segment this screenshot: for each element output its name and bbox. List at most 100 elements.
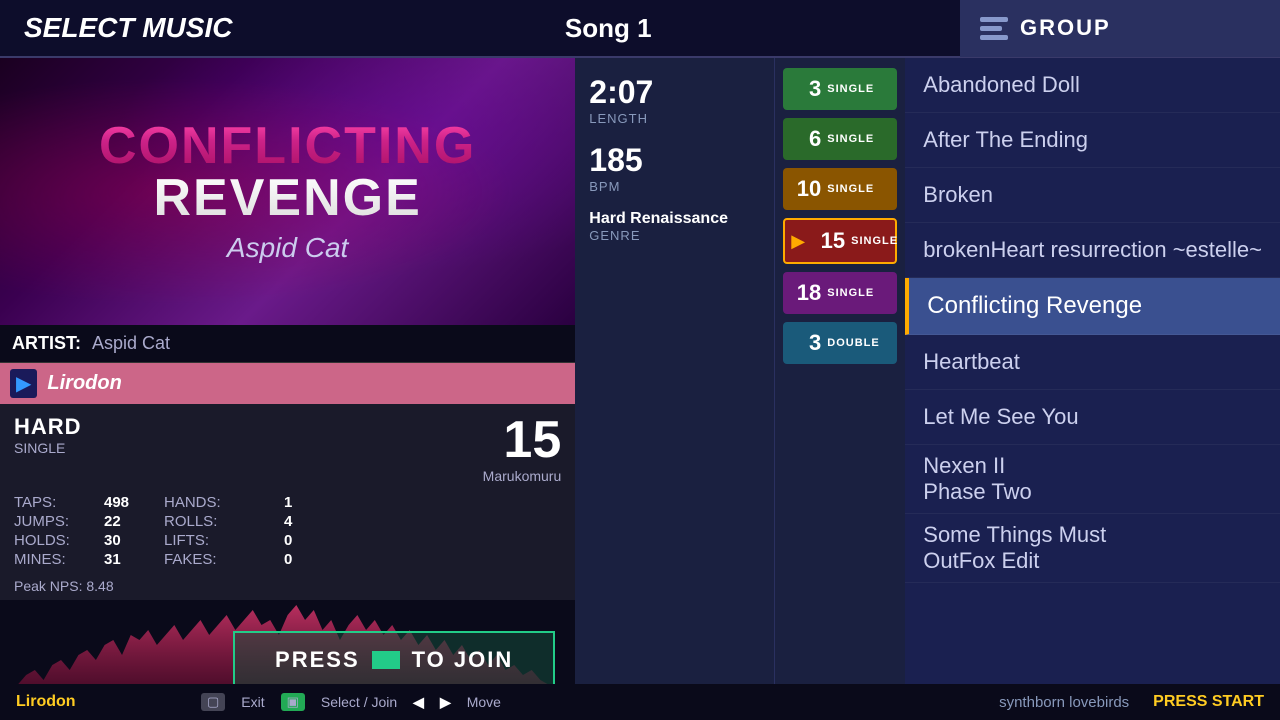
song-title[interactable]: Conflicting Revenge	[905, 278, 1280, 335]
artist-row: ARTIST: Aspid Cat	[0, 325, 575, 363]
banner-title-line2: REVENGE	[99, 172, 476, 224]
song-title[interactable]: Let Me See You	[905, 390, 1280, 445]
rolls-value: 4	[284, 513, 344, 530]
song-number: Song 1	[256, 13, 960, 44]
song-list-item[interactable]: Some Things MustOutFox Edit	[905, 514, 1280, 583]
bottom-player-name: Lirodon	[16, 693, 76, 711]
main-content: CONFLICTING REVENGE Aspid Cat ARTIST: As…	[0, 58, 1280, 720]
player-arrow-icon: ▶	[10, 369, 37, 398]
exit-key-icon: ▢	[201, 693, 225, 711]
diff-btn-mode: SINGLE	[851, 235, 898, 247]
stats-grid: TAPS: 498 HANDS: 1 JUMPS: 22 ROLLS: 4 HO…	[0, 488, 575, 576]
banner-title-line1: CONFLICTING	[99, 120, 476, 172]
right-section: 2:07 LENGTH 185 BPM Hard Renaissance GEN…	[575, 58, 1280, 720]
song-banner: CONFLICTING REVENGE Aspid Cat	[0, 58, 575, 325]
right-arrow-icon: ▶	[440, 694, 451, 711]
bpm-value: 185	[589, 142, 760, 179]
left-arrow-icon: ◀	[413, 694, 424, 711]
press-start-label: PRESS START	[1153, 693, 1264, 711]
diff-btn-number: 6	[789, 126, 821, 152]
song-title[interactable]: Heartbeat	[905, 335, 1280, 390]
hands-label: HANDS:	[164, 494, 284, 511]
diff-btn-mode: SINGLE	[827, 183, 874, 195]
taps-value: 498	[104, 494, 164, 511]
banner-title: CONFLICTING REVENGE	[99, 120, 476, 224]
genre-section: Hard Renaissance GENRE	[589, 202, 760, 243]
mines-label: MINES:	[14, 551, 104, 568]
join-green-block	[372, 651, 400, 669]
active-diff-arrow-icon: ▶	[791, 231, 805, 252]
difficulty-number: 15	[503, 414, 561, 466]
diff-btn-15-single[interactable]: ▶ 15 SINGLE	[783, 218, 897, 264]
fakes-label: FAKES:	[164, 551, 284, 568]
banner-artist: Aspid Cat	[227, 232, 348, 264]
bottom-bar: Lirodon ▢ Exit ▣ Select / Join ◀ ▶ Move …	[0, 684, 1280, 720]
song-list[interactable]: Abandoned DollAfter The EndingBrokenbrok…	[905, 58, 1280, 720]
diff-btn-number: 18	[789, 280, 821, 306]
player-name: Lirodon	[47, 372, 121, 395]
jumps-value: 22	[104, 513, 164, 530]
mines-value: 31	[104, 551, 164, 568]
length-section: 2:07 LENGTH	[589, 74, 760, 126]
length-value: 2:07	[589, 74, 760, 111]
diff-btn-3-single[interactable]: 3SINGLE	[783, 68, 897, 110]
fakes-value: 0	[284, 551, 344, 568]
press-join-text-after: TO JOIN	[412, 647, 514, 673]
diff-btn-18-single[interactable]: 18 SINGLE	[783, 272, 897, 314]
holds-label: HOLDS:	[14, 532, 104, 549]
diff-btn-number: 3	[789, 76, 821, 102]
group-icon	[980, 17, 1008, 40]
artist-name: Aspid Cat	[92, 333, 170, 353]
diff-btn-number: 10	[789, 176, 821, 202]
rolls-label: ROLLS:	[164, 513, 284, 530]
bpm-label: BPM	[589, 179, 760, 194]
diff-btn-number: 3	[789, 330, 821, 356]
hands-value: 1	[284, 494, 344, 511]
peak-nps: Peak NPS: 8.48	[0, 576, 575, 600]
bottom-song-name: synthborn lovebirds	[626, 694, 1129, 711]
left-panel: CONFLICTING REVENGE Aspid Cat ARTIST: As…	[0, 58, 575, 720]
artist-label: ARTIST:	[12, 333, 81, 353]
press-join-area: PRESS TO JOIN	[233, 631, 555, 689]
difficulty-info: HARD SINGLE 15 Marukomuru	[0, 404, 575, 488]
diff-btn-mode: SINGLE	[827, 287, 874, 299]
group-area[interactable]: GROUP	[960, 0, 1280, 57]
song-title[interactable]: Broken	[905, 168, 1280, 223]
select-label: Select / Join	[321, 694, 397, 710]
press-join-button[interactable]: PRESS TO JOIN	[233, 631, 555, 689]
length-label: LENGTH	[589, 111, 760, 126]
song-title[interactable]: After The Ending	[905, 113, 1280, 168]
difficulty-name-area: HARD SINGLE	[14, 414, 82, 456]
song-list-item[interactable]: Nexen IIPhase Two	[905, 445, 1280, 514]
difficulty-selector: 3SINGLE 6SINGLE 10 SINGLE ▶ 15 SINGLE 18 SINGLE 3…	[775, 58, 905, 720]
page-title: SELECT MUSIC	[0, 12, 256, 44]
song-title: Nexen II	[923, 453, 1262, 479]
song-title: Some Things Must	[923, 522, 1262, 548]
song-title[interactable]: Abandoned Doll	[905, 58, 1280, 113]
difficulty-name: HARD	[14, 414, 82, 440]
difficulty-charter: Marukomuru	[483, 468, 562, 484]
difficulty-type: SINGLE	[14, 440, 82, 456]
holds-value: 30	[104, 532, 164, 549]
group-label: GROUP	[1020, 15, 1111, 41]
exit-label: Exit	[241, 694, 264, 710]
diff-btn-6-single[interactable]: 6SINGLE	[783, 118, 897, 160]
genre-label: GENRE	[589, 228, 760, 243]
bottom-controls: ▢ Exit ▣ Select / Join ◀ ▶ Move	[100, 693, 603, 711]
song-info-panel: 2:07 LENGTH 185 BPM Hard Renaissance GEN…	[575, 58, 775, 720]
taps-label: TAPS:	[14, 494, 104, 511]
song-title[interactable]: brokenHeart resurrection ~estelle~	[905, 223, 1280, 278]
song-subtitle: OutFox Edit	[923, 548, 1262, 574]
lifts-value: 0	[284, 532, 344, 549]
bpm-section: 185 BPM	[589, 134, 760, 194]
header: SELECT MUSIC Song 1 GROUP	[0, 0, 1280, 58]
diff-btn-number: 15	[813, 228, 845, 254]
diff-btn-mode: DOUBLE	[827, 337, 879, 349]
song-subtitle: Phase Two	[923, 479, 1262, 505]
jumps-label: JUMPS:	[14, 513, 104, 530]
press-join-text-before: PRESS	[275, 647, 360, 673]
diff-btn-3-double[interactable]: 3 DOUBLE	[783, 322, 897, 364]
diff-btn-10-single[interactable]: 10 SINGLE	[783, 168, 897, 210]
player-row: ▶ Lirodon	[0, 363, 575, 404]
select-key-icon: ▣	[281, 693, 305, 711]
